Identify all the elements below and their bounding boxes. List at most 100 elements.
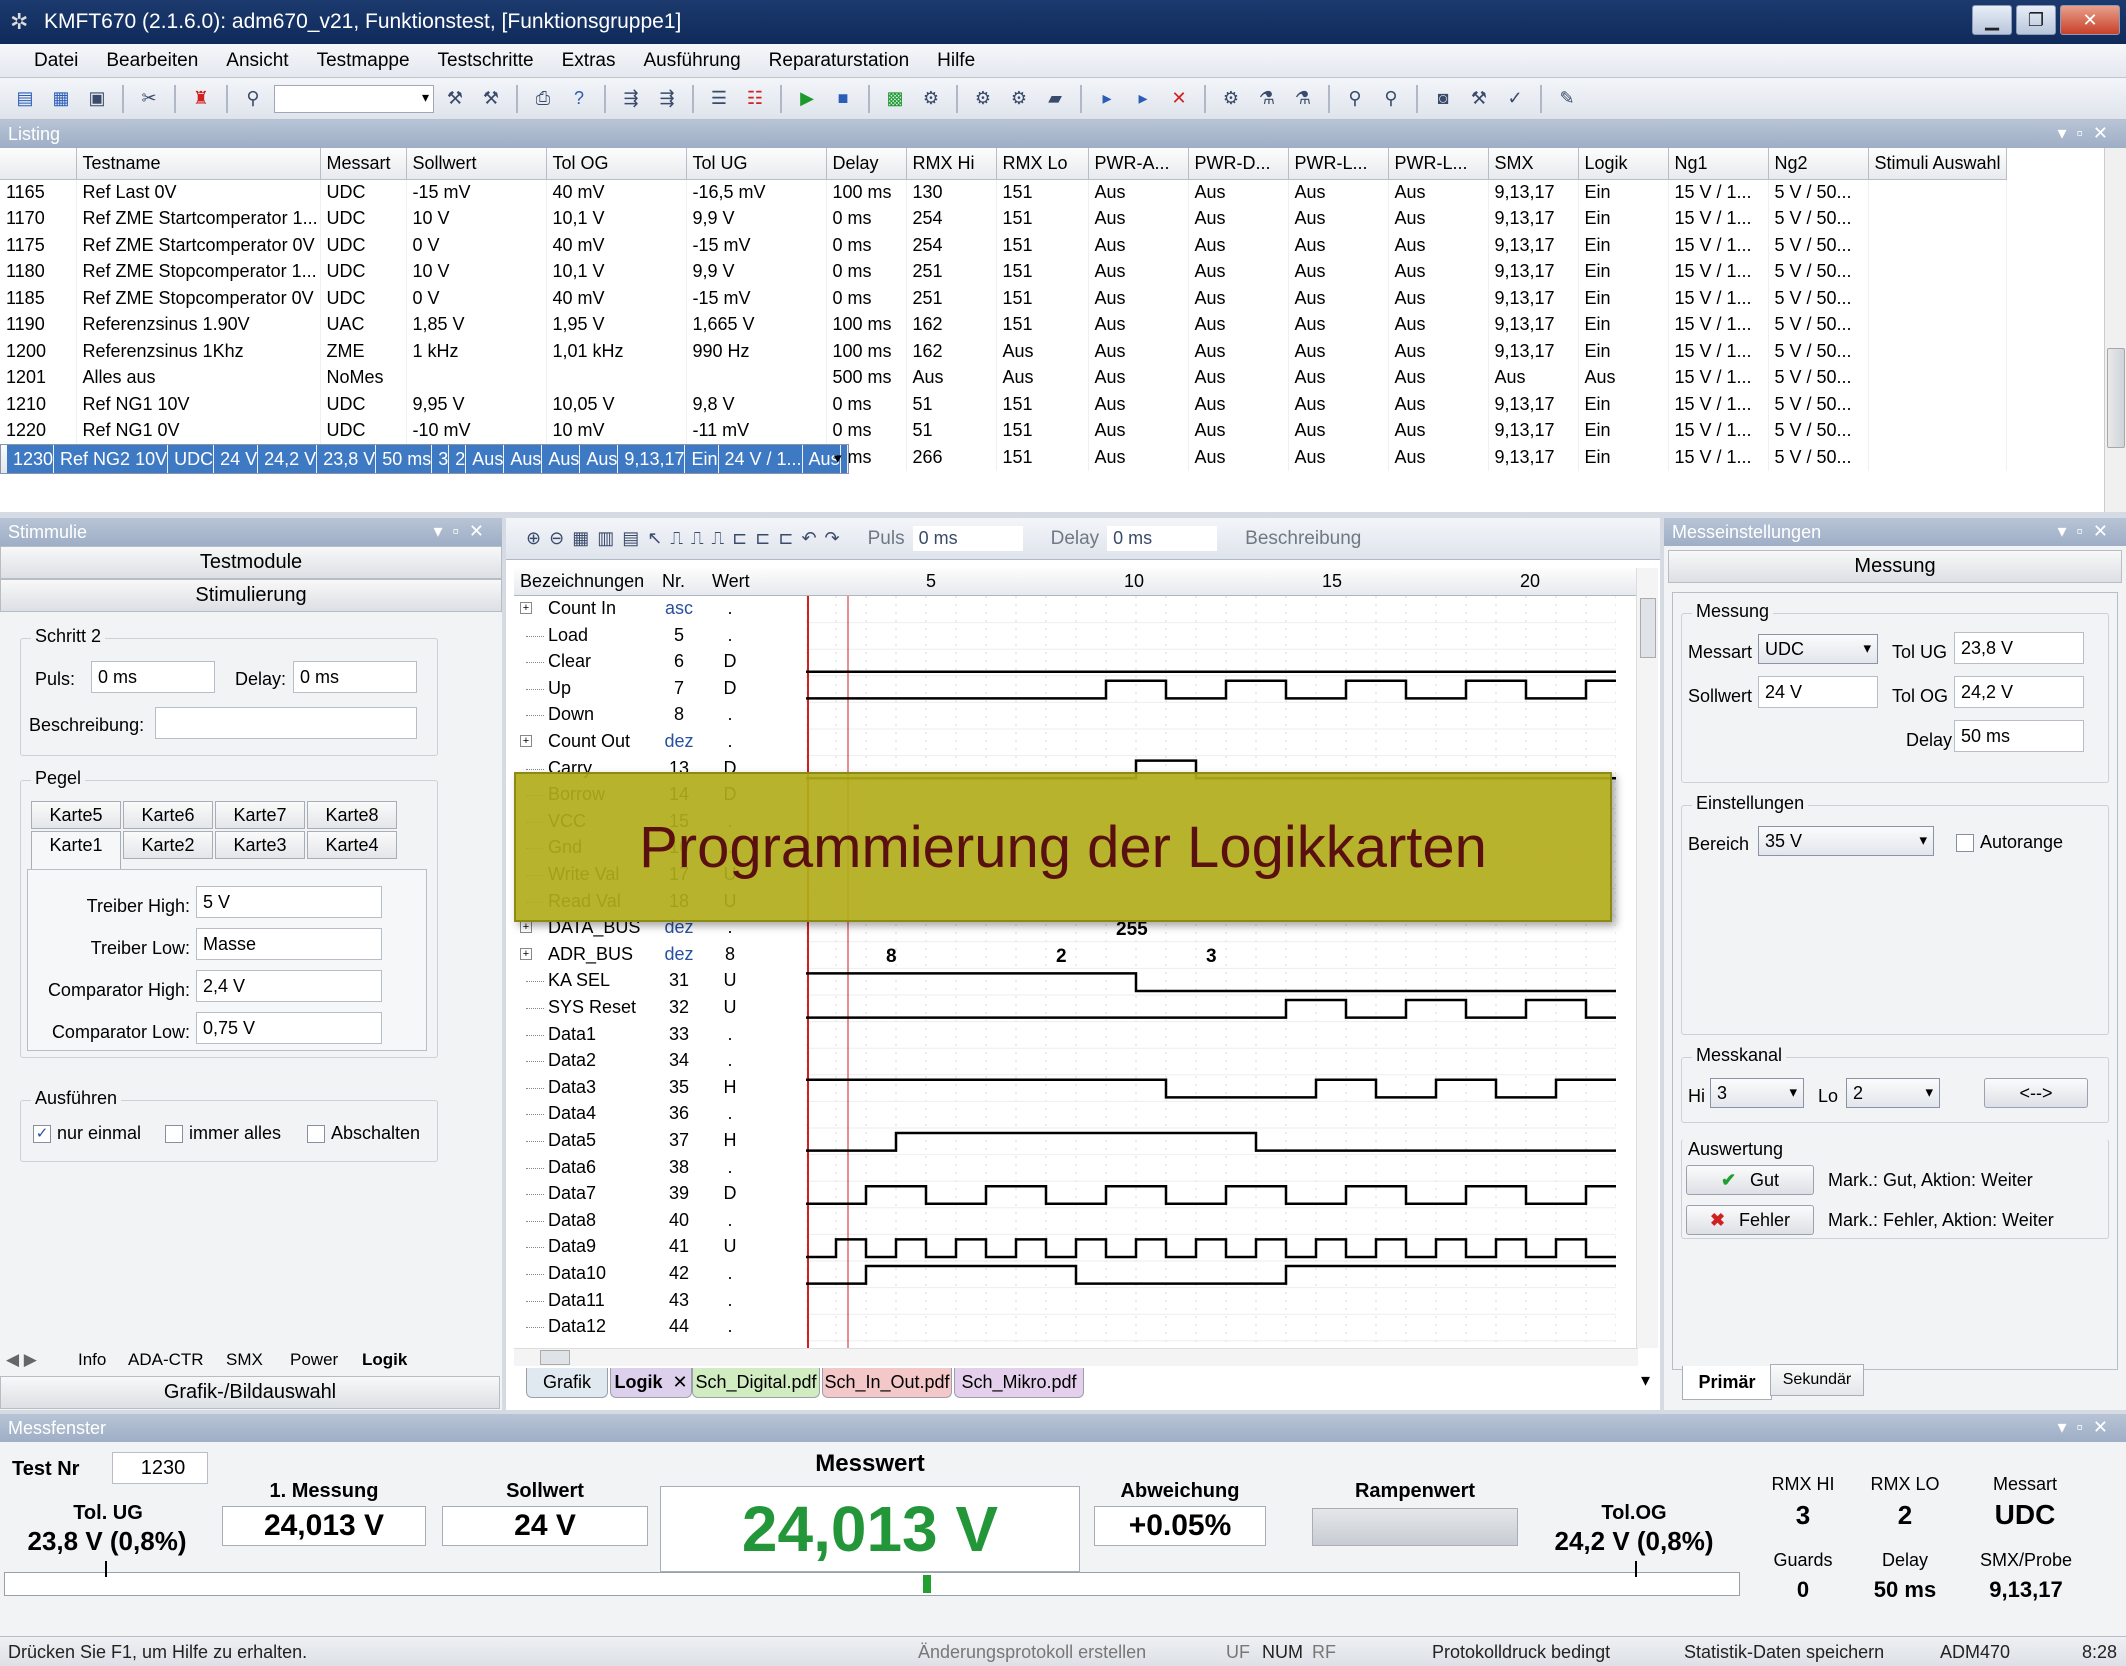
minimize-button[interactable]: ▁ bbox=[1972, 5, 2012, 35]
column-header[interactable]: RMX Hi bbox=[906, 148, 997, 180]
table-row[interactable]: 1185 Ref ZME Stopcomperator 0V UDC 0 V 40 mV… bbox=[0, 285, 2007, 312]
table-row[interactable]: 1210 Ref NG1 10V UDC 9,95 V 10,05 V 9,8 V0 ms… bbox=[0, 391, 2007, 418]
scroll-thumb[interactable] bbox=[1640, 598, 1656, 658]
table-row[interactable]: 1230 Ref NG2 10V UDC 24 V 24,2 V 23,8 V 50 ms 3… bbox=[0, 444, 849, 474]
column-header[interactable]: Tol UG bbox=[686, 148, 827, 180]
tools-icon[interactable]: ⚒ bbox=[1464, 84, 1494, 114]
column-header[interactable]: PWR-L... bbox=[1388, 148, 1489, 180]
probe2-icon[interactable]: ⚗ bbox=[1252, 84, 1282, 114]
menu-item[interactable]: Datei bbox=[20, 50, 92, 72]
insert3-icon[interactable]: ⊏ bbox=[778, 528, 793, 549]
camera-icon[interactable]: ◙ bbox=[1428, 84, 1458, 114]
redo-icon[interactable]: ↷ bbox=[825, 528, 840, 549]
checkbox-icon[interactable] bbox=[307, 1125, 325, 1144]
tab-list-chevron-icon[interactable]: ▾ bbox=[1641, 1370, 1650, 1391]
sollwert-input[interactable]: 24 V bbox=[1758, 676, 1878, 708]
comp-low-input[interactable]: 0,75 V bbox=[196, 1012, 382, 1044]
binoculars-icon[interactable]: ⚲ bbox=[238, 84, 268, 114]
bereich-select[interactable]: 35 V bbox=[1758, 826, 1934, 856]
scroll-thumb[interactable] bbox=[2107, 348, 2125, 448]
column-header[interactable]: PWR-A... bbox=[1088, 148, 1189, 180]
column-header[interactable]: Ng2 bbox=[1768, 148, 1869, 180]
immer-alles-checkbox[interactable]: immer alles bbox=[165, 1123, 281, 1144]
col-find[interactable] bbox=[0, 148, 77, 180]
step2-icon[interactable]: ⇶ bbox=[652, 84, 682, 114]
column-header[interactable]: PWR-L... bbox=[1288, 148, 1389, 180]
bottom-tab[interactable]: Power bbox=[290, 1350, 338, 1370]
tab-karte[interactable]: Karte5 bbox=[31, 801, 121, 829]
insert2-icon[interactable]: ⊏ bbox=[755, 528, 770, 549]
list-delete-icon[interactable]: ☷ bbox=[740, 84, 770, 114]
tab-karte[interactable]: Karte7 bbox=[215, 801, 305, 829]
edge-icon[interactable]: ⎍ bbox=[670, 528, 683, 549]
delay-input[interactable]: 0 ms bbox=[293, 661, 417, 693]
grid3-icon[interactable]: ▤ bbox=[622, 528, 639, 549]
edit-icon[interactable]: ✎ bbox=[1552, 84, 1582, 114]
listing-scrollbar[interactable] bbox=[2104, 148, 2126, 512]
grid2-icon[interactable]: ▥ bbox=[597, 528, 614, 549]
breakpoint2-icon[interactable]: ▸ bbox=[1128, 84, 1158, 114]
table-row[interactable]: 1165 Ref Last 0V UDC -15 mV 40 mV -16,5 mV 100… bbox=[0, 179, 2007, 206]
expand-icon[interactable]: + bbox=[520, 921, 532, 934]
maximize-button[interactable]: ❐ bbox=[2016, 5, 2056, 35]
doc-tab[interactable]: Logik ✕ bbox=[610, 1368, 692, 1398]
panel-controls[interactable]: ▾▫✕ bbox=[2058, 521, 2119, 542]
swap-button[interactable]: <--> bbox=[1984, 1078, 2088, 1108]
lo-select[interactable]: 2 bbox=[1846, 1078, 1940, 1108]
list-icon[interactable]: ☰ bbox=[704, 84, 734, 114]
search-combo[interactable] bbox=[274, 84, 434, 113]
play-icon[interactable]: ▶ bbox=[792, 84, 822, 114]
menu-item[interactable]: Reparaturstation bbox=[755, 50, 923, 72]
comp-high-input[interactable]: 2,4 V bbox=[196, 970, 382, 1002]
beschreibung-input[interactable] bbox=[155, 707, 417, 739]
zoom-out-icon[interactable]: ⊖ bbox=[549, 528, 564, 549]
panel-controls[interactable]: ▾▫✕ bbox=[2058, 1417, 2119, 1438]
tolog-input[interactable]: 24,2 V bbox=[1954, 676, 2084, 708]
tab-scroll-left-icon[interactable]: ◀ ▶ bbox=[6, 1350, 37, 1370]
save-icon[interactable]: ▣ bbox=[82, 84, 112, 114]
logic-hscroll[interactable] bbox=[514, 1348, 1638, 1366]
grid-icon[interactable]: ▦ bbox=[572, 528, 589, 549]
table-row[interactable]: 1170 Ref ZME Startcomperator 1... UDC 10 V1… bbox=[0, 205, 2007, 232]
tab-karte[interactable]: Karte1 bbox=[31, 831, 121, 871]
doc-tab[interactable]: Sch_In_Out.pdf bbox=[822, 1368, 952, 1398]
table-row[interactable]: 1190 Referenzsinus 1.90V UAC 1,85 V 1,95 V 1,… bbox=[0, 311, 2007, 338]
menu-item[interactable]: Bearbeiten bbox=[92, 50, 212, 72]
nur-einmal-checkbox[interactable]: ✓ nur einmal bbox=[33, 1123, 141, 1144]
gut-button[interactable]: ✔ Gut bbox=[1686, 1165, 1814, 1195]
tab-karte[interactable]: Karte4 bbox=[307, 831, 397, 859]
doc-tab[interactable]: Grafik bbox=[526, 1368, 608, 1398]
checkbox-checked-icon[interactable]: ✓ bbox=[33, 1125, 51, 1144]
new-file-icon[interactable]: ▤ bbox=[10, 84, 40, 114]
column-header[interactable]: PWR-D... bbox=[1188, 148, 1289, 180]
hi-select[interactable]: 3 bbox=[1710, 1078, 1804, 1108]
autorange-checkbox[interactable]: Autorange bbox=[1956, 832, 2063, 853]
expand-icon[interactable]: + bbox=[520, 947, 532, 960]
scroll-thumb[interactable] bbox=[540, 1350, 570, 1365]
treiber-high-input[interactable]: 5 V bbox=[196, 886, 382, 918]
mess-delay-input[interactable]: 50 ms bbox=[1954, 720, 2084, 752]
logic-vscroll[interactable] bbox=[1636, 568, 1658, 1348]
tab-karte[interactable]: Karte6 bbox=[123, 801, 213, 829]
pointer-icon[interactable]: ↖ bbox=[647, 528, 662, 549]
tab-sekundar[interactable]: Sekundär bbox=[1770, 1364, 1864, 1396]
tree-icon[interactable]: ♜ bbox=[186, 84, 216, 114]
menu-item[interactable]: Ansicht bbox=[212, 50, 302, 72]
folder-icon[interactable]: ▰ bbox=[1040, 84, 1070, 114]
probe-icon[interactable]: ⚙ bbox=[1216, 84, 1246, 114]
column-header[interactable]: SMX bbox=[1488, 148, 1579, 180]
messart-select[interactable]: UDC bbox=[1758, 634, 1878, 664]
table-row[interactable]: 1200 Referenzsinus 1Khz ZME 1 kHz 1,01 kHz 99… bbox=[0, 338, 2007, 365]
tab-karte[interactable]: Karte2 bbox=[123, 831, 213, 859]
open-file-icon[interactable]: ▦ bbox=[46, 84, 76, 114]
stimulierung-button[interactable]: Stimulierung bbox=[0, 579, 502, 612]
treiber-low-input[interactable]: Masse bbox=[196, 928, 382, 960]
edge3-icon[interactable]: ⎍ bbox=[712, 528, 725, 549]
undo-icon[interactable]: ↶ bbox=[801, 528, 816, 549]
column-header[interactable]: Stimuli Auswahl bbox=[1868, 148, 2007, 180]
column-header[interactable]: Logik bbox=[1578, 148, 1669, 180]
cut-icon[interactable]: ✂ bbox=[134, 84, 164, 114]
panel-controls[interactable]: ▾▫✕ bbox=[434, 521, 495, 542]
tool-icon[interactable]: ⚒ bbox=[440, 84, 470, 114]
waveform-canvas[interactable]: 255 8 2 3 bbox=[806, 596, 1616, 1348]
